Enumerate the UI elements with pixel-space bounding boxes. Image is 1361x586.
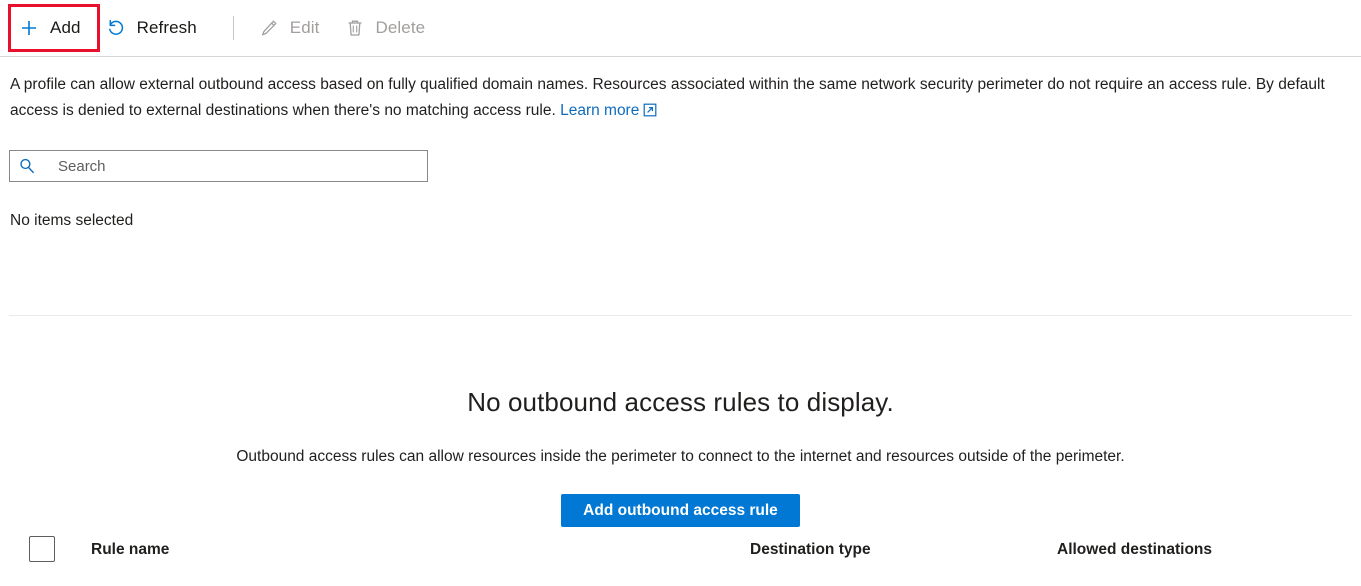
- toolbar-separator: [233, 16, 234, 40]
- delete-button[interactable]: Delete: [344, 10, 436, 46]
- empty-state-subtitle: Outbound access rules can allow resource…: [0, 418, 1361, 466]
- edit-button[interactable]: Edit: [258, 10, 330, 46]
- refresh-button[interactable]: Refresh: [105, 10, 207, 46]
- search-icon: [10, 157, 44, 175]
- refresh-button-label: Refresh: [137, 18, 197, 38]
- external-link-icon: [643, 100, 657, 126]
- toolbar-divider: [0, 56, 1361, 57]
- empty-state: No outbound access rules to display. Out…: [0, 330, 1361, 527]
- edit-button-label: Edit: [290, 18, 320, 38]
- column-header-destination-type[interactable]: Destination type: [750, 541, 871, 559]
- pencil-icon: [258, 17, 280, 39]
- delete-button-label: Delete: [376, 18, 426, 38]
- command-bar: Add Refresh Edit De: [0, 0, 1361, 56]
- empty-state-title: No outbound access rules to display.: [0, 330, 1361, 418]
- select-all-checkbox[interactable]: [29, 536, 55, 562]
- column-header-rule-name[interactable]: Rule name: [91, 541, 169, 559]
- description-text: A profile can allow external outbound ac…: [10, 72, 1340, 126]
- search-box[interactable]: [9, 150, 428, 182]
- add-outbound-access-rule-button[interactable]: Add outbound access rule: [561, 494, 800, 527]
- column-header-allowed-destinations[interactable]: Allowed destinations: [1057, 541, 1212, 559]
- add-button-label: Add: [50, 18, 81, 38]
- search-input[interactable]: [44, 158, 427, 175]
- table-header-divider: [9, 315, 1352, 316]
- description-body: A profile can allow external outbound ac…: [10, 76, 1325, 119]
- plus-icon: [18, 17, 40, 39]
- refresh-icon: [105, 17, 127, 39]
- trash-icon: [344, 17, 366, 39]
- table-header-row: Rule name Destination type Allowed desti…: [0, 262, 1361, 315]
- selection-status: No items selected: [10, 212, 133, 230]
- learn-more-link[interactable]: Learn more: [560, 102, 639, 119]
- add-button[interactable]: Add: [18, 10, 91, 46]
